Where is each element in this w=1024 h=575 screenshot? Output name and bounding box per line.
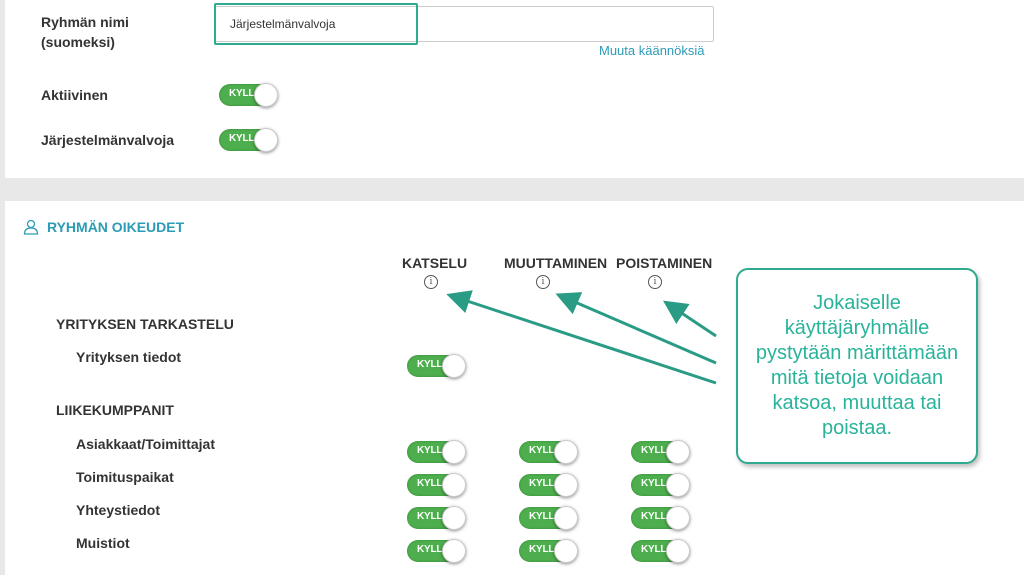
active-label: Aktiivinen: [41, 87, 108, 103]
permission-row-label: Yrityksen tiedot: [76, 349, 182, 365]
column-header-edit: MUUTTAMINEN: [504, 255, 608, 271]
column-header-delete: POISTAMINEN: [616, 255, 713, 271]
group-settings-card: Ryhmän nimi (suomeksi) Järjestelmänvalvo…: [5, 0, 1024, 178]
info-icon[interactable]: i: [536, 275, 550, 289]
toggle-knob: [554, 506, 578, 530]
group-name-label: Ryhmän nimi (suomeksi): [41, 14, 129, 50]
edit-toggle[interactable]: KYLLÄ: [519, 506, 578, 530]
view-toggle[interactable]: KYLLÄ: [407, 506, 466, 530]
toggle-knob: [666, 473, 690, 497]
permission-row-label: Asiakkaat/Toimittajat: [76, 436, 216, 452]
input-highlight-box: [214, 3, 418, 45]
toggle-knob: [666, 440, 690, 464]
admin-label: Järjestelmänvalvoja: [41, 132, 175, 148]
active-toggle[interactable]: KYLLÄ: [219, 83, 278, 107]
view-toggle[interactable]: KYLLÄ: [407, 354, 466, 378]
delete-toggle[interactable]: KYLLÄ: [631, 440, 690, 464]
change-translations-link[interactable]: Muuta käännöksiä: [599, 43, 705, 58]
edit-toggle[interactable]: KYLLÄ: [519, 539, 578, 563]
section-title: LIIKEKUMPPANIT: [56, 402, 174, 418]
toggle-knob: [442, 473, 466, 497]
delete-toggle[interactable]: KYLLÄ: [631, 473, 690, 497]
toggle-knob: [442, 354, 466, 378]
toggle-knob: [254, 83, 278, 107]
view-toggle[interactable]: KYLLÄ: [407, 473, 466, 497]
admin-toggle[interactable]: KYLLÄ: [219, 128, 278, 152]
edit-toggle[interactable]: KYLLÄ: [519, 473, 578, 497]
column-header-view: KATSELU: [402, 255, 468, 271]
info-icon[interactable]: i: [424, 275, 438, 289]
permission-row-label: Yhteystiedot: [76, 502, 161, 518]
toggle-knob: [442, 440, 466, 464]
user-icon: [23, 219, 39, 235]
view-toggle[interactable]: KYLLÄ: [407, 539, 466, 563]
toggle-knob: [666, 506, 690, 530]
section-title: YRITYKSEN TARKASTELU: [56, 316, 234, 332]
permissions-title: RYHMÄN OIKEUDET: [47, 219, 185, 235]
permission-row-label: Muistiot: [76, 535, 130, 551]
toggle-knob: [554, 539, 578, 563]
view-toggle[interactable]: KYLLÄ: [407, 440, 466, 464]
edit-toggle[interactable]: KYLLÄ: [519, 440, 578, 464]
delete-toggle[interactable]: KYLLÄ: [631, 506, 690, 530]
toggle-knob: [442, 539, 466, 563]
toggle-knob: [666, 539, 690, 563]
toggle-knob: [254, 128, 278, 152]
toggle-knob: [442, 506, 466, 530]
toggle-knob: [554, 473, 578, 497]
info-icon[interactable]: i: [648, 275, 662, 289]
delete-toggle[interactable]: KYLLÄ: [631, 539, 690, 563]
permission-row-label: Toimituspaikat: [76, 469, 174, 485]
annotation-callout: Jokaiselle käyttäjäryhmälle pystytään mä…: [736, 268, 978, 464]
toggle-knob: [554, 440, 578, 464]
callout-text: Jokaiselle käyttäjäryhmälle pystytään mä…: [755, 292, 959, 439]
